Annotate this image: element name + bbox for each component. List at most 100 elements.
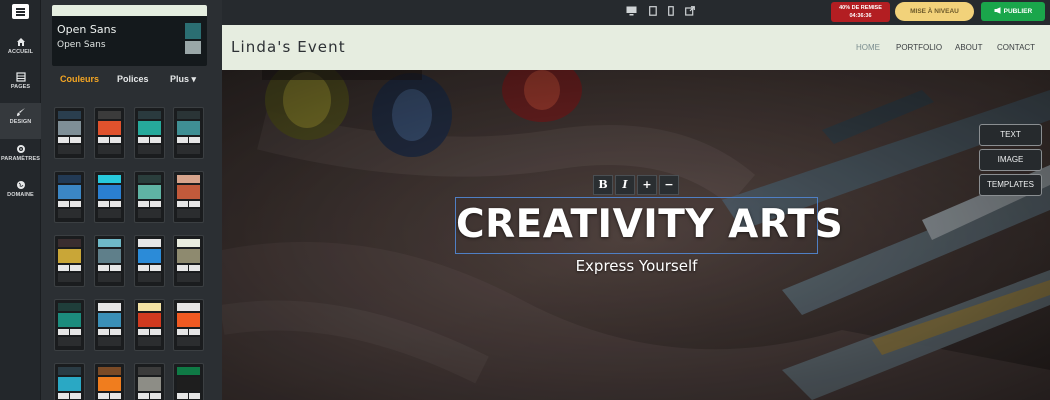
palette-swatch-main — [138, 185, 161, 199]
palette-swatch-top — [177, 111, 200, 119]
headline-selection-box[interactable]: CREATIVITY ARTS — [455, 197, 843, 254]
color-palette-option[interactable] — [94, 299, 125, 351]
add-text-button[interactable]: TEXT — [979, 124, 1042, 146]
palette-swatch-top — [98, 239, 121, 247]
color-strip — [52, 5, 207, 16]
hero-subheadline[interactable]: Express Yourself — [455, 257, 818, 275]
palette-swatch-main — [177, 313, 200, 327]
color-palette-option[interactable] — [134, 235, 165, 287]
palette-swatch-main — [177, 377, 200, 391]
color-palette-option[interactable] — [54, 107, 85, 159]
nav-home[interactable]: HOME — [856, 43, 880, 52]
editor-app: ACCUEIL PAGES DESIGN PARAMÈTRES DOMAINE — [0, 0, 1050, 400]
font-preview-card[interactable]: Open Sans Open Sans — [52, 5, 207, 66]
globe-icon — [16, 180, 26, 190]
add-image-button[interactable]: IMAGE — [979, 149, 1042, 171]
color-palette-option[interactable] — [173, 299, 204, 351]
tablet-icon[interactable] — [649, 6, 657, 20]
menu-logo-icon[interactable] — [12, 4, 29, 19]
color-palette-option[interactable] — [94, 235, 125, 287]
palette-swatch-light — [177, 201, 188, 207]
tab-couleurs[interactable]: Couleurs — [60, 74, 99, 84]
color-palette-option[interactable] — [54, 363, 85, 400]
rail-item-accueil[interactable]: ACCUEIL — [0, 33, 41, 69]
nav-portfolio[interactable]: PORTFOLIO — [896, 43, 942, 52]
color-palette-option[interactable] — [134, 107, 165, 159]
templates-button[interactable]: TEMPLATES — [979, 174, 1042, 196]
palette-swatch-main — [98, 377, 121, 391]
palette-swatch-top — [58, 239, 81, 247]
publish-button[interactable]: PUBLIER — [981, 2, 1045, 21]
rail-item-design[interactable]: DESIGN — [0, 103, 41, 139]
promo-countdown: 04:36:36 — [849, 13, 872, 19]
external-link-icon[interactable] — [685, 6, 695, 20]
site-brand[interactable]: Linda's Event — [231, 38, 346, 56]
rail-item-pages[interactable]: PAGES — [0, 68, 41, 104]
increase-size-button[interactable]: + — [637, 175, 657, 195]
tab-polices[interactable]: Polices — [117, 74, 149, 84]
palette-swatch-light — [138, 201, 149, 207]
color-palette-option[interactable] — [54, 171, 85, 223]
nav-contact[interactable]: CONTACT — [997, 43, 1035, 52]
upgrade-button[interactable]: MISE À NIVEAU — [895, 2, 974, 21]
palette-swatch-light — [138, 137, 149, 143]
palette-swatch-top — [98, 367, 121, 375]
color-palette-option[interactable] — [134, 363, 165, 400]
rail-item-label: ACCUEIL — [7, 49, 34, 55]
color-palette-option[interactable] — [134, 299, 165, 351]
palette-swatch-dark — [58, 337, 81, 346]
rail-item-label: PAGES — [10, 84, 31, 90]
palette-swatch-top — [138, 175, 161, 183]
design-panel: Open Sans Open Sans Couleurs Polices Plu… — [41, 0, 222, 400]
palette-swatch-light — [98, 393, 109, 399]
hero-section[interactable]: B I + − CREATIVITY ARTS Express Yourself… — [222, 70, 1050, 400]
desktop-icon[interactable] — [626, 6, 637, 20]
decrease-size-button[interactable]: − — [659, 175, 679, 195]
palette-swatch-light — [177, 329, 188, 335]
palette-swatch-light — [98, 137, 109, 143]
promo-timer-badge[interactable]: 40% DE REMISE 04:36:36 — [831, 2, 890, 22]
color-palette-option[interactable] — [173, 107, 204, 159]
panel-tabs: Couleurs Polices Plus ▾ — [41, 74, 222, 92]
palette-swatch-light — [70, 137, 81, 143]
palette-swatch-light — [70, 201, 81, 207]
palette-swatch-top — [177, 239, 200, 247]
palette-swatch-light — [150, 265, 161, 271]
palette-swatch-main — [138, 121, 161, 135]
color-palette-option[interactable] — [173, 235, 204, 287]
color-palette-option[interactable] — [173, 171, 204, 223]
hero-headline[interactable]: CREATIVITY ARTS — [456, 202, 843, 247]
palette-swatch-top — [138, 303, 161, 311]
palette-swatch-dark — [177, 209, 200, 218]
color-palette-option[interactable] — [54, 235, 85, 287]
site-header: Linda's Event HOME PORTFOLIO ABOUT CONTA… — [222, 25, 1050, 70]
mobile-icon[interactable] — [668, 6, 674, 20]
color-palette-option[interactable] — [94, 171, 125, 223]
palette-swatch-top — [58, 303, 81, 311]
nav-about[interactable]: ABOUT — [955, 43, 983, 52]
palette-swatch-light — [110, 393, 121, 399]
palette-swatch-light — [58, 393, 69, 399]
palette-swatch-light — [150, 329, 161, 335]
palette-swatch-main — [177, 185, 200, 199]
palette-swatch-dark — [177, 145, 200, 154]
rail-item-label: DESIGN — [9, 119, 32, 125]
italic-button[interactable]: I — [615, 175, 635, 195]
color-palette-option[interactable] — [134, 171, 165, 223]
rail-item-label: DOMAINE — [7, 192, 34, 198]
color-palette-option[interactable] — [173, 363, 204, 400]
color-palette-option[interactable] — [54, 299, 85, 351]
palette-swatch-dark — [177, 337, 200, 346]
bold-button[interactable]: B — [593, 175, 613, 195]
palette-swatch-top — [177, 367, 200, 375]
rail-item-domaine[interactable]: DOMAINE — [0, 176, 41, 212]
color-palette-option[interactable] — [94, 107, 125, 159]
megaphone-icon — [994, 7, 1001, 14]
palette-swatch-light — [98, 265, 109, 271]
tab-plus[interactable]: Plus ▾ — [170, 74, 196, 85]
palette-swatch-top — [98, 303, 121, 311]
palette-swatch-light — [70, 329, 81, 335]
palette-swatch-light — [58, 137, 69, 143]
rail-item-parametres[interactable]: PARAMÈTRES — [0, 140, 41, 176]
color-palette-option[interactable] — [94, 363, 125, 400]
